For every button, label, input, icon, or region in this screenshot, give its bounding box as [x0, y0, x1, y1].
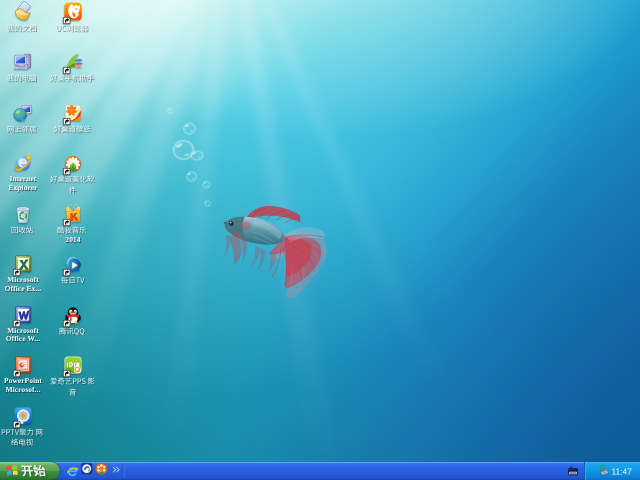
- svg-text:11:47: 11:47: [612, 467, 633, 477]
